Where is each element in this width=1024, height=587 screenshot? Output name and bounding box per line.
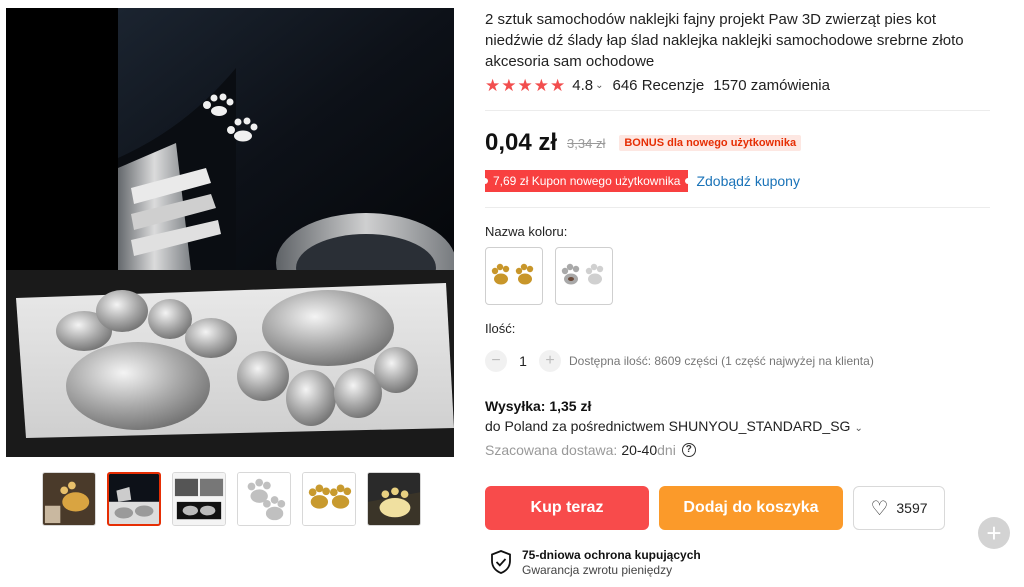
protection-title: 75-dniowa ochrona kupujących bbox=[522, 548, 701, 562]
plus-icon[interactable]: + bbox=[978, 517, 1010, 549]
buy-now-button[interactable]: Kup teraz bbox=[485, 486, 649, 530]
quantity-label: Ilość: bbox=[485, 321, 516, 336]
shipping-method-label: do Poland za pośrednictwem SHUNYOU_STAND… bbox=[485, 418, 851, 434]
delivery-days: 20-40 bbox=[621, 442, 658, 458]
add-to-cart-button[interactable]: Dodaj do koszyka bbox=[659, 486, 843, 530]
star-icon: ★ bbox=[533, 76, 549, 95]
product-page: 2 sztuk samochodów naklejki fajny projek… bbox=[0, 0, 1024, 587]
shield-check-icon bbox=[491, 550, 511, 574]
price-row: 0,04 zł 3,34 zł BONUS dla nowego użytkow… bbox=[485, 129, 802, 157]
delivery-unit: dni bbox=[657, 442, 676, 458]
coupon-tag[interactable]: 7,69 zł Kupon nowego użytkownika bbox=[481, 170, 692, 192]
color-swatches bbox=[485, 247, 613, 305]
original-price: 3,34 zł bbox=[567, 135, 606, 151]
heart-icon: ♡ bbox=[870, 497, 889, 520]
main-product-image[interactable] bbox=[6, 8, 454, 457]
wishlist-count: 3597 bbox=[896, 500, 928, 516]
rating-value[interactable]: 4.8 bbox=[572, 77, 593, 94]
buyer-protection: 75-dniowa ochrona kupujących Gwarancja z… bbox=[490, 548, 701, 577]
coupon-row: 7,69 zł Kupon nowego użytkownika Zdobądź… bbox=[481, 170, 800, 192]
thumbnail-5[interactable] bbox=[302, 472, 356, 526]
star-icon: ★ bbox=[485, 76, 501, 95]
product-title: 2 sztuk samochodów naklejki fajny projek… bbox=[485, 11, 964, 70]
thumbnail-6[interactable] bbox=[367, 472, 421, 526]
reviews-link[interactable]: 646 Recenzje bbox=[613, 77, 705, 94]
stock-info: Dostępna ilość: 8609 części (1 część naj… bbox=[569, 354, 874, 368]
get-coupons-link[interactable]: Zdobądź kupony bbox=[696, 173, 800, 189]
wishlist-button[interactable]: ♡ 3597 bbox=[853, 486, 945, 530]
star-icon: ★ bbox=[550, 76, 566, 95]
thumbnail-strip bbox=[42, 472, 421, 526]
orders-count: 1570 zamówienia bbox=[713, 77, 830, 94]
thumbnail-3[interactable] bbox=[172, 472, 226, 526]
star-icon: ★ bbox=[517, 76, 533, 95]
star-icon: ★ bbox=[501, 76, 517, 95]
increase-button[interactable]: + bbox=[539, 350, 561, 372]
rating-stars: ★ ★ ★ ★ ★ bbox=[485, 77, 565, 94]
color-option-silver[interactable] bbox=[555, 247, 613, 305]
color-label: Nazwa koloru: bbox=[485, 224, 568, 239]
thumbnail-4[interactable] bbox=[237, 472, 291, 526]
delivery-estimate: Szacowana dostawa: 20-40 dni ? bbox=[485, 442, 696, 458]
divider bbox=[485, 110, 990, 111]
rating-row: ★ ★ ★ ★ ★ 4.8 ⌄ 646 Recenzje 1570 zamówi… bbox=[485, 77, 830, 94]
color-option-gold[interactable] bbox=[485, 247, 543, 305]
shipping-method[interactable]: do Poland za pośrednictwem SHUNYOU_STAND… bbox=[485, 418, 863, 434]
protection-subtitle: Gwarancja zwrotu pieniędzy bbox=[522, 563, 673, 577]
current-price: 0,04 zł bbox=[485, 129, 558, 156]
thumbnail-1[interactable] bbox=[42, 472, 96, 526]
chevron-down-icon: ⌄ bbox=[854, 423, 863, 434]
thumbnail-2[interactable] bbox=[107, 472, 161, 526]
chevron-down-icon[interactable]: ⌄ bbox=[595, 80, 603, 91]
bonus-badge: BONUS dla nowego użytkownika bbox=[619, 135, 802, 151]
shipping-cost: Wysyłka: 1,35 zł bbox=[485, 398, 592, 414]
delivery-label: Szacowana dostawa: bbox=[485, 442, 618, 458]
question-icon[interactable]: ? bbox=[681, 443, 696, 457]
decrease-button[interactable]: − bbox=[485, 350, 507, 372]
quantity-input[interactable]: 1 bbox=[507, 353, 539, 369]
divider bbox=[485, 207, 990, 208]
quantity-stepper: − 1 + Dostępna ilość: 8609 części (1 czę… bbox=[485, 350, 874, 372]
